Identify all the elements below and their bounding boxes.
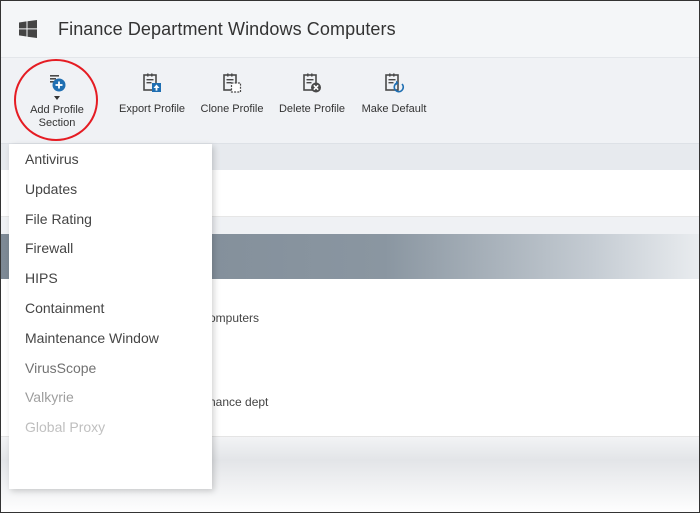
- menu-item-valkyrie[interactable]: Valkyrie: [25, 389, 74, 405]
- export-profile-label: Export Profile: [118, 103, 186, 115]
- make-default-icon: [385, 73, 405, 93]
- menu-item-antivirus[interactable]: Antivirus: [25, 151, 79, 167]
- page-header: Finance Department Windows Computers: [1, 1, 699, 58]
- delete-profile-button[interactable]: Delete Profile: [276, 58, 348, 144]
- chevron-down-icon: [54, 96, 60, 100]
- clone-profile-button[interactable]: Clone Profile: [197, 58, 267, 144]
- menu-item-maintenance-window[interactable]: Maintenance Window: [25, 330, 159, 346]
- windows-logo-icon: [19, 20, 37, 38]
- add-section-icon: [50, 75, 66, 92]
- export-profile-button[interactable]: Export Profile: [116, 58, 188, 144]
- delete-icon: [303, 73, 321, 93]
- page-title: Finance Department Windows Computers: [58, 19, 396, 39]
- make-default-label: Make Default: [361, 103, 427, 115]
- menu-item-virusscope[interactable]: VirusScope: [25, 360, 96, 376]
- make-default-button[interactable]: Make Default: [359, 58, 429, 144]
- delete-profile-label: Delete Profile: [278, 103, 346, 115]
- app-window: Finance Department Windows Computers Add…: [0, 0, 700, 513]
- menu-item-containment[interactable]: Containment: [25, 300, 104, 316]
- menu-item-file-rating[interactable]: File Rating: [25, 211, 92, 227]
- add-section-dropdown: Antivirus Updates File Rating Firewall H…: [9, 144, 212, 489]
- menu-item-updates[interactable]: Updates: [25, 181, 77, 197]
- profile-description-value: nance dept: [209, 395, 269, 409]
- toolbar: Add Profile Section Export Profile Clone…: [1, 58, 699, 144]
- profile-name-value: omputers: [209, 311, 260, 325]
- clone-profile-label: Clone Profile: [200, 103, 264, 115]
- add-profile-section-label: Add Profile Section: [30, 104, 84, 129]
- menu-item-hips[interactable]: HIPS: [25, 270, 58, 286]
- add-profile-section-button[interactable]: Add Profile Section: [23, 58, 91, 144]
- menu-item-global-proxy[interactable]: Global Proxy: [25, 419, 105, 435]
- menu-item-firewall[interactable]: Firewall: [25, 240, 73, 256]
- clone-icon: [223, 73, 242, 93]
- export-icon: [143, 73, 161, 92]
